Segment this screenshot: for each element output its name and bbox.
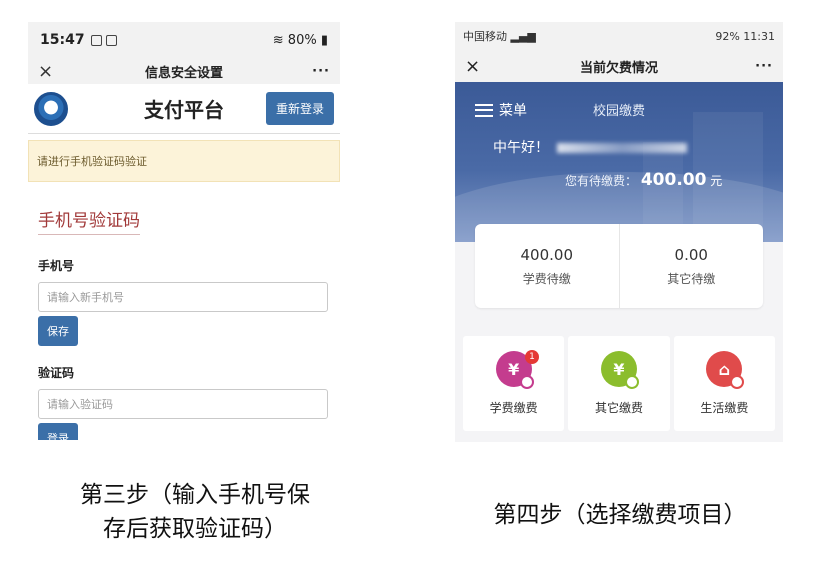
- battery-icon: ▮: [320, 32, 328, 48]
- login-button[interactable]: 登录: [38, 423, 78, 440]
- account-banner: 菜单 校园缴费 中午好！ 您有待缴费： 400.00 元: [455, 82, 783, 242]
- code-input[interactable]: 请输入验证码: [38, 389, 328, 419]
- phone-label: 手机号: [38, 259, 75, 273]
- carrier-label: 中国移动: [463, 30, 507, 43]
- owed-unit: 元: [710, 174, 723, 188]
- arrears-summary-card: 400.00 学费待缴 0.00 其它待缴: [475, 224, 763, 308]
- section-title: 手机号验证码: [38, 206, 140, 235]
- signal-icon: ▂▄▆: [507, 29, 536, 43]
- yen-glyph: ¥: [613, 359, 625, 379]
- tuition-pay-label: 学费缴费: [489, 401, 538, 415]
- caption-line: 第三步（输入手机号保: [80, 482, 310, 508]
- tuition-due-label: 学费待缴: [522, 271, 571, 286]
- coin-icon: [730, 375, 745, 389]
- redacted-name: [557, 143, 688, 153]
- status-battery: ≋ 80% ▮: [273, 33, 328, 48]
- other-due-label: 其它待缴: [667, 271, 716, 286]
- tuition-due-value: 400.00: [520, 245, 574, 264]
- relogin-button[interactable]: 重新登录: [265, 92, 334, 125]
- battery-percent: 80%: [287, 32, 317, 48]
- owed-total: 您有待缴费： 400.00 元: [565, 170, 722, 190]
- step-three-caption: 第三步（输入手机号保 存后获取验证码）: [35, 478, 355, 546]
- tuition-due[interactable]: 400.00 学费待缴: [475, 224, 619, 308]
- living-pay-button[interactable]: ⌂ 生活缴费: [673, 336, 775, 431]
- greeting: 中午好！: [493, 137, 688, 157]
- other-pay-label: 其它缴费: [594, 401, 643, 415]
- hamburger-icon: [475, 103, 493, 117]
- payment-actions: ¥ 1 学费缴费 ¥ 其它缴费 ⌂ 生活缴费: [463, 336, 775, 431]
- status-time: 15:47: [40, 32, 85, 48]
- coin-icon: [624, 375, 639, 389]
- phone-input[interactable]: 请输入新手机号: [38, 282, 328, 312]
- status-bar: 15:47 ≋ 80% ▮: [28, 22, 340, 58]
- step-four-caption: 第四步（选择缴费项目）: [493, 502, 747, 528]
- webview-nav-bar: × 信息安全设置 ···: [28, 58, 340, 84]
- phone-screen-arrears: 中国移动 ▂▄▆ 92% 11:31 × 当前欠费情况 ··· 菜单 校园缴费 …: [455, 22, 783, 442]
- yen-glyph: ¥: [508, 359, 520, 379]
- menu-label: 菜单: [499, 103, 527, 119]
- menu-button[interactable]: 菜单: [475, 100, 527, 120]
- living-pay-label: 生活缴费: [700, 401, 749, 415]
- nav-title: 信息安全设置: [144, 65, 223, 81]
- save-button[interactable]: 保存: [38, 316, 78, 346]
- app-icon: [105, 34, 117, 46]
- shop-icon: ⌂: [706, 351, 745, 389]
- caption-line: 存后获取验证码）: [103, 516, 287, 542]
- other-pay-button[interactable]: ¥ 其它缴费: [568, 336, 670, 431]
- nav-title: 当前欠费情况: [579, 60, 658, 76]
- storefront-glyph: ⌂: [718, 359, 731, 379]
- wifi-icon: ≋: [272, 32, 284, 48]
- campus-pay-title: 校园缴费: [593, 104, 646, 119]
- code-label: 验证码: [38, 366, 75, 380]
- other-due-value: 0.00: [674, 245, 708, 264]
- notification-icon: [90, 34, 102, 46]
- other-pay-icon: ¥: [600, 351, 639, 389]
- pay-platform-header: 支付平台 重新登录: [28, 84, 340, 134]
- notification-badge: 1: [525, 350, 539, 364]
- university-logo: [34, 91, 68, 126]
- other-due[interactable]: 0.00 其它待缴: [618, 224, 764, 308]
- verification-alert: 请进行手机验证码验证: [28, 140, 340, 182]
- tuition-pay-button[interactable]: ¥ 1 学费缴费: [463, 336, 565, 431]
- owed-label: 您有待缴费：: [565, 174, 638, 188]
- owed-amount: 400.00: [640, 170, 707, 190]
- webview-nav-bar: × 当前欠费情况 ···: [455, 50, 783, 82]
- status-bar: 中国移动 ▂▄▆ 92% 11:31: [455, 22, 783, 50]
- phone-screen-security-settings: 15:47 ≋ 80% ▮ × 信息安全设置 ··· 支付平台 重新登录 请进行…: [28, 22, 340, 440]
- coin-icon: [519, 375, 534, 389]
- status-right: 92% 11:31: [715, 29, 775, 43]
- greeting-text: 中午好！: [493, 140, 549, 156]
